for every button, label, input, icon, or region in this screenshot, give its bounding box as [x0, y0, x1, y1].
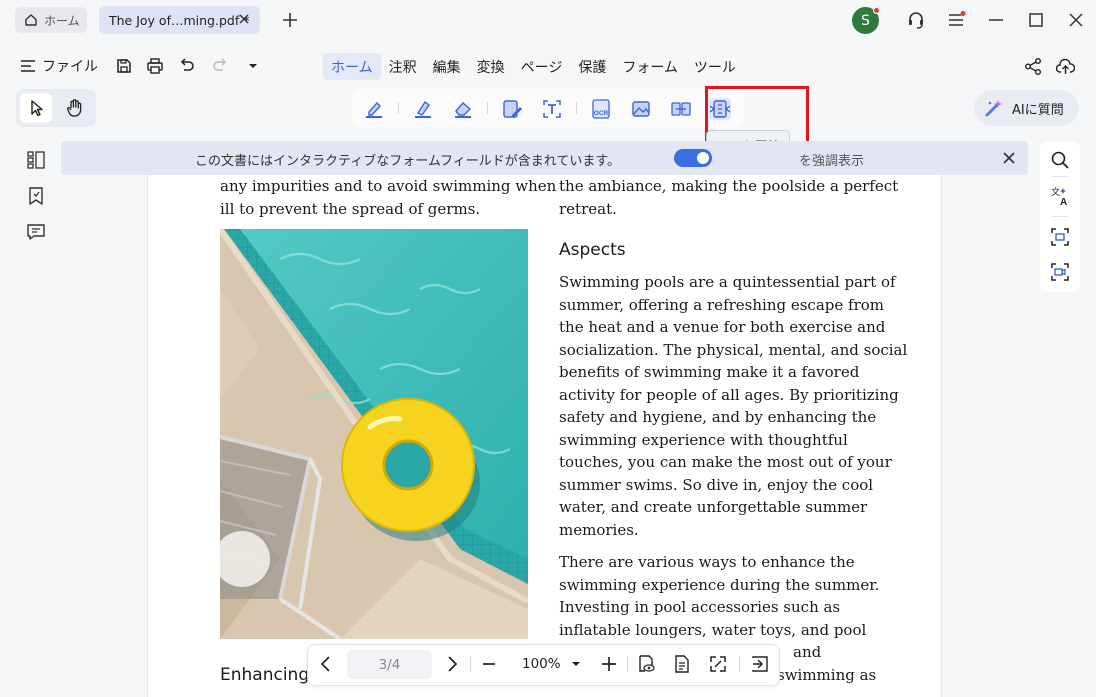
notice-message: この文書にはインタラクティブなフォームフィールドが含まれています。 [195, 154, 621, 169]
headset-icon[interactable] [906, 10, 926, 30]
highlight-icon[interactable] [363, 98, 385, 120]
zoom-dropdown-icon[interactable] [566, 654, 586, 674]
home-tab[interactable]: ホーム [15, 7, 87, 33]
menu-protect[interactable]: 保護 [570, 53, 614, 80]
menu-edit[interactable]: 編集 [425, 53, 469, 80]
maximize-icon[interactable] [1026, 10, 1046, 30]
ask-ai-button[interactable]: AIに質問 [974, 90, 1079, 126]
avatar[interactable]: S [852, 7, 880, 34]
previous-page-icon[interactable] [316, 654, 336, 674]
next-page-icon[interactable] [442, 654, 462, 674]
menu-convert[interactable]: 変換 [469, 53, 513, 80]
quick-access-dropdown-icon[interactable] [244, 57, 262, 75]
avatar-initial: S [861, 12, 870, 29]
title-bar: ホーム The Joy of…ming.pdf * S [0, 0, 1096, 40]
pool-image [220, 229, 528, 639]
hamburger-icon [20, 59, 36, 73]
close-window-icon[interactable] [1066, 10, 1086, 30]
section-heading-aspects: Aspects [559, 240, 626, 260]
pen-icon[interactable] [412, 98, 434, 120]
svg-text:A: A [1060, 197, 1067, 206]
compare-icon[interactable] [670, 98, 692, 120]
svg-text:OCR: OCR [594, 110, 609, 117]
select-cursor-icon[interactable] [28, 99, 46, 117]
main-menu-bar: ホーム 注釈 編集 変換 ページ 保護 フォーム ツール [323, 53, 744, 80]
screen-record-icon[interactable] [1050, 262, 1070, 282]
home-icon [24, 13, 38, 27]
collapse-bar-icon[interactable] [750, 654, 770, 674]
image-tool-icon[interactable] [630, 98, 652, 120]
close-notice-icon[interactable] [1001, 150, 1017, 166]
menu-home[interactable]: ホーム [323, 53, 381, 80]
read-mode-icon[interactable] [636, 654, 656, 674]
form-field-notice: この文書にはインタラクティブなフォームフィールドが含まれています。 を強調表示 [61, 141, 1028, 175]
menu-tools[interactable]: ツール [686, 53, 744, 80]
text-recognize-icon[interactable] [541, 98, 563, 120]
hand-tool-icon[interactable] [65, 98, 85, 118]
zoom-level[interactable]: 100% [522, 656, 561, 672]
search-icon[interactable] [1050, 150, 1070, 170]
menu-icon[interactable] [946, 10, 966, 30]
redo-icon [211, 57, 229, 75]
edit-pdf-icon[interactable] [501, 98, 523, 120]
translate-icon[interactable]: 文A [1050, 186, 1070, 206]
ai-sparkle-icon [984, 98, 1004, 118]
page-display-icon[interactable] [672, 654, 692, 674]
zoom-in-icon[interactable] [599, 654, 619, 674]
menu-annotate[interactable]: 注釈 [381, 53, 425, 80]
left-column-top: any impurities and to avoid swimming whe… [220, 177, 557, 218]
pdf-page: any impurities and to avoid swimming whe… [147, 175, 942, 697]
ocr-icon[interactable]: OCR [590, 98, 612, 120]
mode-switcher [16, 89, 96, 127]
file-menu[interactable]: ファイル [20, 56, 98, 76]
home-tab-label: ホーム [44, 13, 80, 28]
undo-icon[interactable] [178, 57, 196, 75]
aspects-paragraph: Swimming pools are a quintessential part… [559, 273, 908, 539]
section-heading-enhancing: Enhancing t [220, 665, 322, 685]
menu-page[interactable]: ページ [513, 53, 571, 80]
highlight-fields-toggle[interactable] [674, 149, 712, 167]
share-icon[interactable] [1024, 57, 1043, 76]
cloud-upload-icon[interactable] [1056, 57, 1075, 76]
fit-screen-icon[interactable] [708, 654, 728, 674]
ask-ai-label: AIに質問 [1012, 102, 1064, 118]
save-icon[interactable] [115, 57, 133, 75]
svg-text:文: 文 [1051, 186, 1060, 198]
right-column-top: the ambiance, making the poolside a perf… [559, 177, 899, 218]
minimize-icon[interactable] [986, 10, 1006, 30]
screenshot-icon[interactable] [1050, 227, 1070, 247]
comments-icon[interactable] [26, 222, 46, 242]
page-number-field[interactable]: 3/4 [347, 650, 432, 679]
menu-form[interactable]: フォーム [614, 53, 686, 80]
zoom-out-icon[interactable] [479, 654, 499, 674]
toggle-label: を強調表示 [799, 154, 865, 169]
document-tab[interactable]: The Joy of…ming.pdf * [99, 6, 260, 34]
thumbnails-icon[interactable] [26, 150, 46, 170]
eraser-icon[interactable] [452, 98, 474, 120]
bookmark-icon[interactable] [26, 186, 46, 206]
close-tab-icon[interactable] [236, 11, 252, 27]
print-icon[interactable] [146, 57, 164, 75]
document-tab-label: The Joy of…ming.pdf * [109, 12, 250, 28]
new-tab-icon[interactable] [280, 10, 300, 30]
file-menu-label: ファイル [42, 59, 98, 75]
notification-dot [873, 7, 880, 14]
